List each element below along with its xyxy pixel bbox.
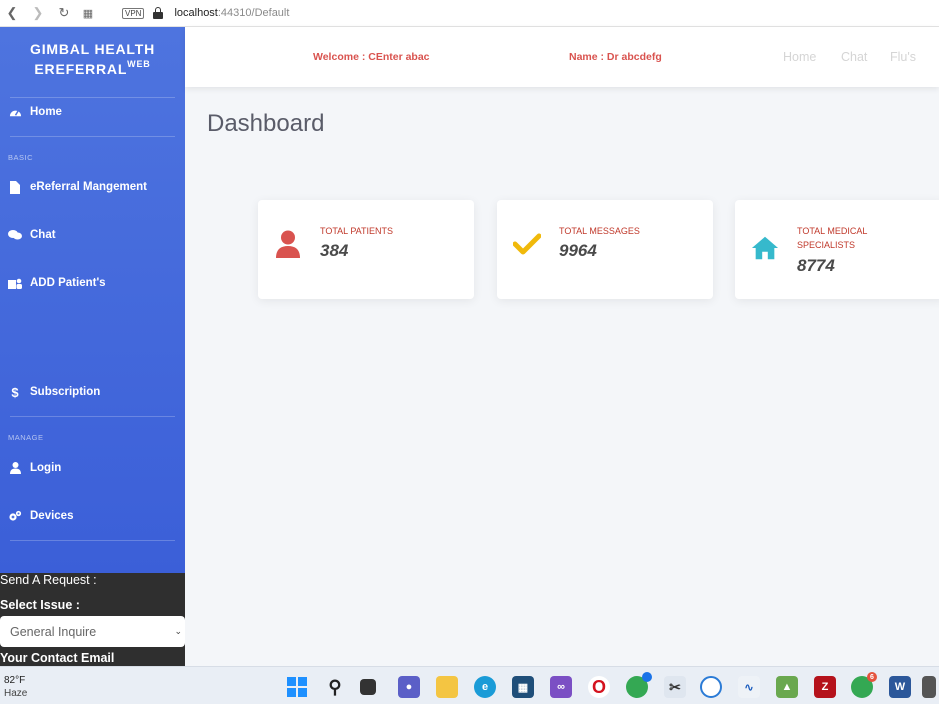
section-heading-manage: MANAGE [8, 433, 44, 442]
os-taskbar: 82°F Haze ⚲ ● e ▦ ∞ O ✂ ∿ ▲ Z 6 W [0, 666, 939, 704]
notification-badge: 6 [867, 672, 877, 682]
performance-monitor-icon[interactable]: ∿ [738, 676, 760, 698]
comments-icon [8, 228, 22, 242]
section-heading-basic: BASIC [8, 153, 34, 162]
check-icon [513, 230, 541, 258]
notification-badge [642, 672, 652, 682]
search-icon[interactable]: ⚲ [324, 676, 346, 698]
url-path: :44310/Default [217, 7, 290, 19]
sidebar: GIMBAL HEALTH EREFERRALWEB Home BASIC eR… [0, 27, 185, 573]
stat-label: TOTAL PATIENTS [320, 226, 394, 236]
sidebar-item-label: Subscription [30, 386, 101, 398]
weather-condition: Haze [4, 688, 28, 699]
sidebar-divider [10, 540, 175, 541]
chevron-down-icon: ⌄ [174, 626, 182, 636]
snipping-tool-icon[interactable]: ✂ [664, 676, 686, 698]
sidebar-item-ereferral[interactable]: eReferral Mangement [8, 180, 147, 194]
chrome-browser-icon[interactable] [626, 672, 652, 698]
issue-label: Select Issue : [0, 598, 80, 612]
windows-start-icon[interactable] [286, 676, 308, 698]
home-icon [751, 234, 779, 262]
brand-superscript: WEB [127, 59, 151, 69]
stat-card-patients[interactable]: TOTAL PATIENTS 384 [258, 200, 474, 299]
stat-label: TOTAL MESSAGES [559, 226, 640, 236]
word-app-icon[interactable]: W [889, 676, 911, 698]
welcome-text: Welcome : CEnter abac [313, 51, 430, 63]
url-host: localhost [174, 7, 218, 19]
issue-select-value: General Inquire [10, 624, 97, 639]
sidebar-item-label: Chat [30, 229, 56, 241]
user-icon [274, 230, 302, 258]
user-icon [8, 461, 22, 475]
visual-studio-icon[interactable]: ∞ [550, 676, 572, 698]
sidebar-item-label: eReferral Mangement [30, 181, 147, 193]
teams-chat-icon[interactable]: ● [398, 676, 420, 698]
contact-email-label: Your Contact Email [0, 651, 115, 665]
reload-icon[interactable]: ↻ [56, 5, 72, 21]
sidebar-item-devices[interactable]: Devices [8, 509, 73, 523]
stat-card-specialists[interactable]: TOTAL MEDICAL SPECIALISTS 8774 [735, 200, 939, 299]
request-form: Send A Request : Select Issue : General … [0, 573, 185, 666]
sidebar-item-label: Login [30, 462, 62, 474]
cogs-icon [8, 509, 22, 523]
file-explorer-icon[interactable] [436, 676, 458, 698]
sidebar-item-label: Home [30, 106, 62, 118]
dollar-icon: $ [11, 384, 19, 400]
tabs-grid-icon[interactable]: ▦ [80, 5, 96, 21]
page-title: Dashboard [207, 110, 325, 137]
browser-toolbar: ❮ ❯ ↻ ▦ VPN localhost:44310/Default [0, 0, 939, 27]
chrome-profile-icon[interactable]: 6 [851, 672, 877, 698]
brand-line-2: EREFERRAL [34, 61, 128, 77]
address-bar[interactable]: localhost:44310/Default [174, 7, 289, 19]
dashboard-icon [8, 105, 22, 119]
issue-select[interactable]: General Inquire ⌄ [0, 616, 185, 647]
sidebar-divider [10, 97, 175, 98]
weather-widget[interactable]: 82°F Haze [4, 674, 27, 700]
forward-icon[interactable]: ❯ [30, 5, 46, 21]
top-link-flus[interactable]: Flu's [890, 50, 916, 64]
sidebar-item-subscription[interactable]: $ Subscription [8, 384, 101, 400]
topbar: Welcome : CEnter abac Name : Dr abcdefg … [185, 27, 939, 87]
edge-browser-icon[interactable]: e [474, 676, 496, 698]
sidebar-item-chat[interactable]: Chat [8, 228, 56, 242]
stat-card-messages[interactable]: TOTAL MESSAGES 9964 [497, 200, 713, 299]
sidebar-item-login[interactable]: Login [8, 461, 61, 475]
stat-value: 384 [320, 241, 349, 260]
top-link-home[interactable]: Home [783, 50, 816, 64]
file-icon [8, 180, 22, 194]
sidebar-divider [10, 136, 175, 137]
hospital-user-icon [8, 276, 22, 290]
opera-browser-icon[interactable]: O [588, 676, 610, 698]
sidebar-item-add-patient[interactable]: ADD Patient's [8, 276, 106, 290]
vpn-badge[interactable]: VPN [122, 7, 145, 19]
lock-icon[interactable] [153, 7, 164, 19]
stat-value: 9964 [559, 241, 597, 260]
request-form-title: Send A Request : [0, 573, 97, 587]
sidebar-item-home[interactable]: Home [8, 105, 62, 119]
overflow-app-icon[interactable] [922, 676, 936, 698]
sidebar-divider [10, 416, 175, 417]
chat-app-icon[interactable] [700, 676, 722, 698]
weather-temp: 82°F [4, 675, 26, 686]
stat-value: 8774 [797, 256, 835, 275]
sidebar-item-label: ADD Patient's [30, 277, 106, 289]
task-view-icon[interactable] [360, 679, 376, 695]
top-link-chat[interactable]: Chat [841, 50, 867, 64]
sidebar-item-label: Devices [30, 510, 74, 522]
filezilla-icon[interactable]: Z [814, 676, 836, 698]
doctor-name: Name : Dr abcdefg [569, 51, 662, 63]
store-icon[interactable]: ▦ [512, 676, 534, 698]
brand-line-1: GIMBAL HEALTH [30, 41, 155, 57]
back-icon[interactable]: ❮ [4, 5, 20, 21]
photos-app-icon[interactable]: ▲ [776, 676, 798, 698]
stat-label: TOTAL MEDICAL SPECIALISTS [797, 226, 868, 250]
brand-logo[interactable]: GIMBAL HEALTH EREFERRALWEB [0, 39, 185, 79]
